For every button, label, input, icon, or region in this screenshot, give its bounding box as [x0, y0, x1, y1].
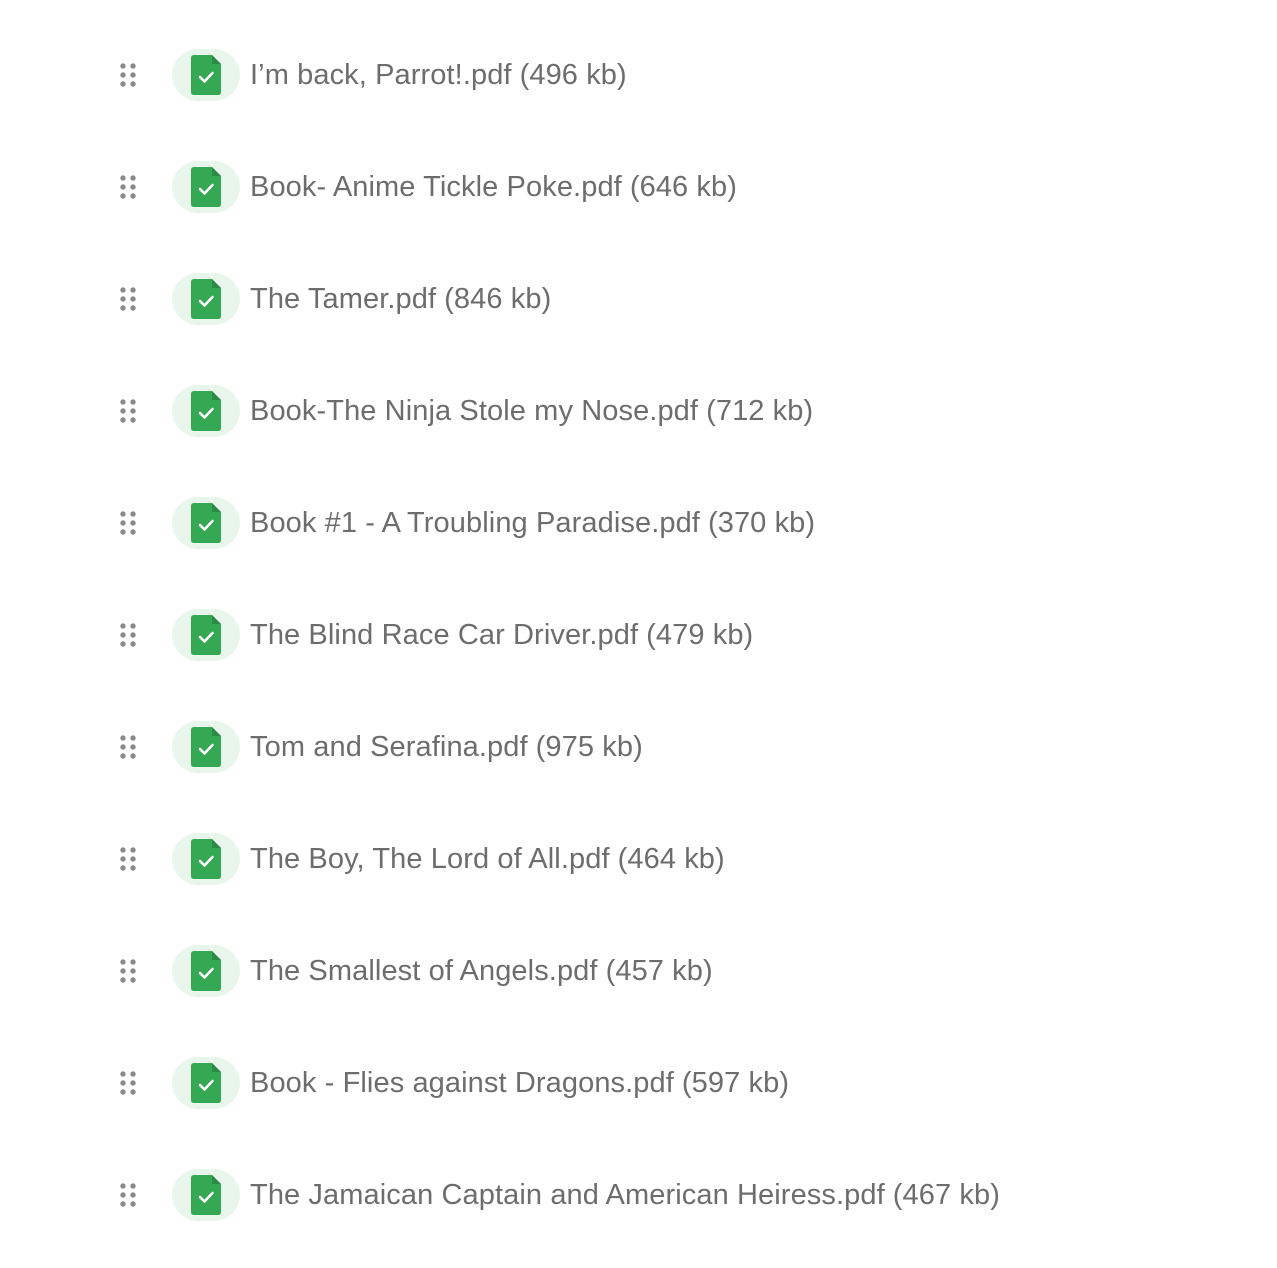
file-link[interactable]: The Smallest of Angels.pdf (457 kb) [250, 951, 713, 991]
file-check-icon [172, 49, 240, 101]
file-check-icon [172, 497, 240, 549]
drag-handle-icon[interactable] [116, 285, 140, 313]
file-link[interactable]: I’m back, Parrot!.pdf (496 kb) [250, 55, 627, 95]
file-link[interactable]: The Blind Race Car Driver.pdf (479 kb) [250, 615, 753, 655]
file-row: The Jamaican Captain and American Heires… [0, 1139, 1277, 1251]
drag-handle-icon[interactable] [116, 621, 140, 649]
file-name: The Tamer.pdf [250, 283, 437, 315]
file-size: (479 kb) [646, 619, 754, 651]
file-check-icon [172, 1169, 240, 1221]
file-link[interactable]: Book- Anime Tickle Poke.pdf (646 kb) [250, 167, 737, 207]
drag-handle-icon[interactable] [116, 509, 140, 537]
drag-handle-icon[interactable] [116, 1181, 140, 1209]
file-size: (846 kb) [444, 283, 552, 315]
file-check-icon [172, 721, 240, 773]
file-link[interactable]: Book - Flies against Dragons.pdf (597 kb) [250, 1063, 789, 1103]
file-check-icon [172, 833, 240, 885]
file-row: The Blind Race Car Driver.pdf (479 kb) [0, 579, 1277, 691]
file-link[interactable]: The Jamaican Captain and American Heires… [250, 1175, 1000, 1215]
file-name: Book - Flies against Dragons.pdf [250, 1067, 674, 1099]
file-row: Tom and Serafina.pdf (975 kb) [0, 691, 1277, 803]
drag-handle-icon[interactable] [116, 957, 140, 985]
file-row: The Smallest of Angels.pdf (457 kb) [0, 915, 1277, 1027]
file-name: The Boy, The Lord of All.pdf [250, 843, 610, 875]
file-size: (646 kb) [629, 171, 738, 203]
file-name: Book #1 - A Troubling Paradise.pdf [250, 507, 700, 539]
drag-handle-icon[interactable] [116, 173, 140, 201]
file-size: (597 kb) [681, 1067, 790, 1099]
file-link[interactable]: Tom and Serafina.pdf (975 kb) [250, 727, 643, 767]
file-list: I’m back, Parrot!.pdf (496 kb) Book- Anim… [0, 19, 1277, 1251]
file-row: I’m back, Parrot!.pdf (496 kb) [0, 19, 1277, 131]
file-link[interactable]: The Boy, The Lord of All.pdf (464 kb) [250, 839, 725, 879]
file-name: The Blind Race Car Driver.pdf [250, 619, 639, 651]
drag-handle-icon[interactable] [116, 61, 140, 89]
file-check-icon [172, 161, 240, 213]
file-size: (712 kb) [706, 395, 814, 427]
file-size: (496 kb) [519, 59, 627, 91]
file-size: (464 kb) [617, 843, 725, 875]
file-check-icon [172, 385, 240, 437]
drag-handle-icon[interactable] [116, 845, 140, 873]
file-size: (370 kb) [707, 507, 816, 539]
file-link[interactable]: Book-The Ninja Stole my Nose.pdf (712 kb) [250, 391, 813, 431]
file-check-icon [172, 945, 240, 997]
file-check-icon [172, 1057, 240, 1109]
file-row: Book - Flies against Dragons.pdf (597 kb) [0, 1027, 1277, 1139]
file-size: (457 kb) [605, 955, 713, 987]
file-check-icon [172, 609, 240, 661]
file-row: Book- Anime Tickle Poke.pdf (646 kb) [0, 131, 1277, 243]
drag-handle-icon[interactable] [116, 733, 140, 761]
file-link[interactable]: The Tamer.pdf (846 kb) [250, 279, 551, 319]
file-name: The Jamaican Captain and American Heires… [250, 1179, 885, 1211]
drag-handle-icon[interactable] [116, 397, 140, 425]
drag-handle-icon[interactable] [116, 1069, 140, 1097]
file-row: Book #1 - A Troubling Paradise.pdf (370 k… [0, 467, 1277, 579]
file-row: The Tamer.pdf (846 kb) [0, 243, 1277, 355]
file-name: Book-The Ninja Stole my Nose.pdf [250, 395, 699, 427]
file-size: (975 kb) [535, 731, 643, 763]
file-name: I’m back, Parrot!.pdf [250, 59, 512, 91]
file-name: Book- Anime Tickle Poke.pdf [250, 171, 622, 203]
file-name: The Smallest of Angels.pdf [250, 955, 598, 987]
file-check-icon [172, 273, 240, 325]
file-link[interactable]: Book #1 - A Troubling Paradise.pdf (370 k… [250, 503, 815, 543]
file-row: The Boy, The Lord of All.pdf (464 kb) [0, 803, 1277, 915]
file-name: Tom and Serafina.pdf [250, 731, 528, 763]
file-row: Book-The Ninja Stole my Nose.pdf (712 kb) [0, 355, 1277, 467]
file-size: (467 kb) [892, 1179, 1000, 1211]
